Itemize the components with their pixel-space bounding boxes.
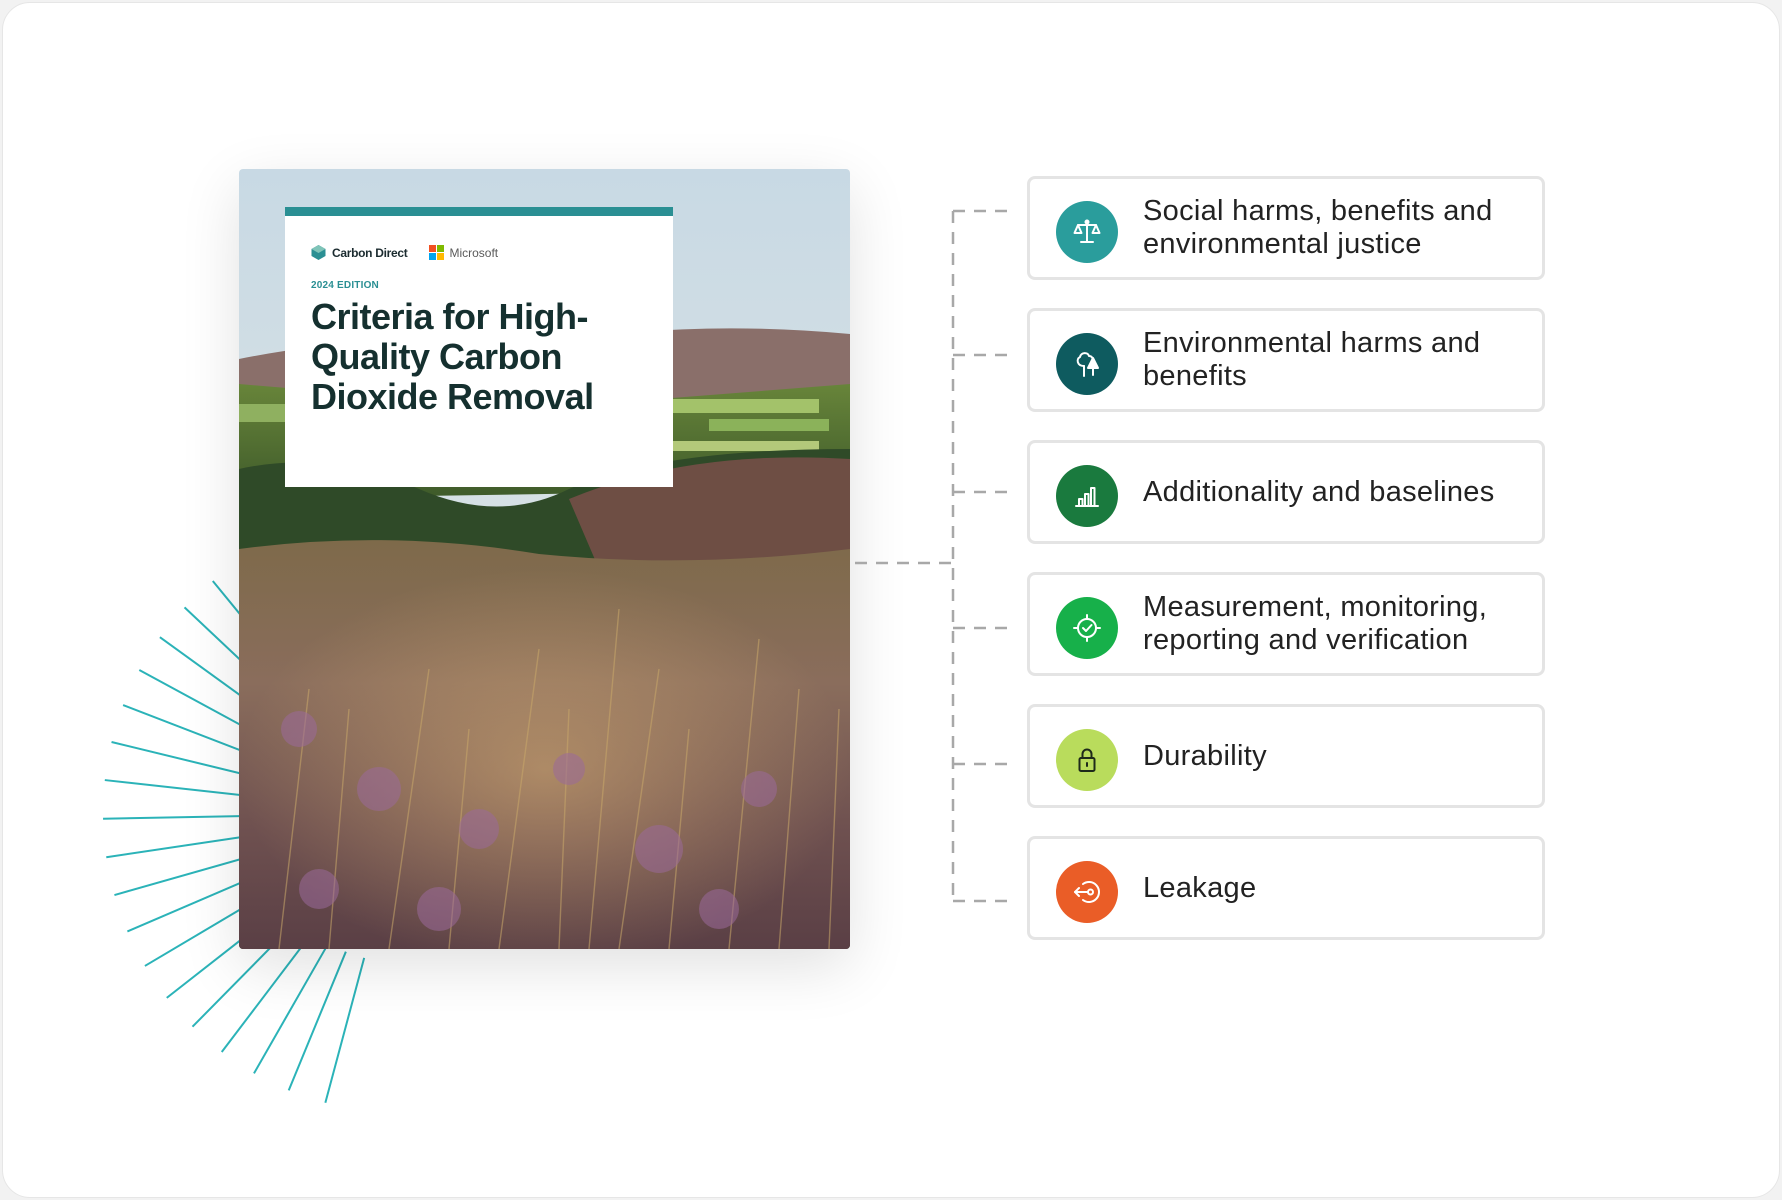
target-check-icon	[1056, 597, 1118, 659]
criterion-label: Measurement, monitoring, reporting and v…	[1143, 591, 1488, 656]
microsoft-squares-icon	[429, 245, 445, 260]
carbon-direct-wordmark: Carbon Direct	[332, 245, 408, 260]
criterion-durability[interactable]: Durability	[1027, 704, 1545, 808]
partner-logos: Carbon Direct Microsoft	[310, 244, 498, 261]
criterion-environmental[interactable]: Environmental harms and benefits	[1027, 308, 1545, 412]
criterion-label: Additionality and baselines	[1143, 475, 1495, 508]
criterion-label: Social harms, benefits and environmental…	[1143, 195, 1493, 260]
justice-scale-icon	[1056, 201, 1118, 263]
canvas: Carbon Direct Microsoft 2024 EDITION Cri…	[2, 2, 1780, 1198]
carbon-direct-logo: Carbon Direct	[310, 244, 408, 261]
accent-bar	[285, 207, 673, 216]
report-cover[interactable]: Carbon Direct Microsoft 2024 EDITION Cri…	[239, 169, 850, 949]
microsoft-wordmark: Microsoft	[449, 245, 499, 260]
sunburst-ray	[287, 951, 347, 1091]
criterion-label: Durability	[1143, 739, 1267, 772]
criterion-additionality[interactable]: Additionality and baselines	[1027, 440, 1545, 544]
carbon-direct-mark-icon	[311, 245, 326, 260]
bar-chart-icon	[1056, 465, 1118, 527]
sunburst-ray	[114, 853, 259, 896]
sunburst-ray	[324, 957, 366, 1104]
criterion-label: Environmental harms and benefits	[1143, 327, 1481, 392]
sunburst-ray	[104, 779, 255, 798]
sunburst-ray	[111, 740, 258, 779]
criterion-mrv[interactable]: Measurement, monitoring, reporting and v…	[1027, 572, 1545, 676]
sunburst-ray	[103, 814, 254, 820]
sunburst-ray	[253, 942, 330, 1074]
report-title: Criteria for High-Quality Carbon Dioxide…	[311, 296, 594, 417]
lock-icon	[1056, 729, 1118, 791]
cover-title-card: Carbon Direct Microsoft 2024 EDITION Cri…	[285, 207, 673, 487]
criterion-leakage[interactable]: Leakage	[1027, 836, 1545, 940]
criterion-social-justice[interactable]: Social harms, benefits and environmental…	[1027, 176, 1545, 280]
criterion-label: Leakage	[1143, 871, 1257, 904]
tree-icon	[1056, 333, 1118, 395]
edition-label: 2024 EDITION	[311, 280, 379, 291]
microsoft-logo: Microsoft	[429, 245, 498, 260]
sunburst-ray	[106, 834, 255, 859]
exit-icon	[1056, 861, 1118, 923]
